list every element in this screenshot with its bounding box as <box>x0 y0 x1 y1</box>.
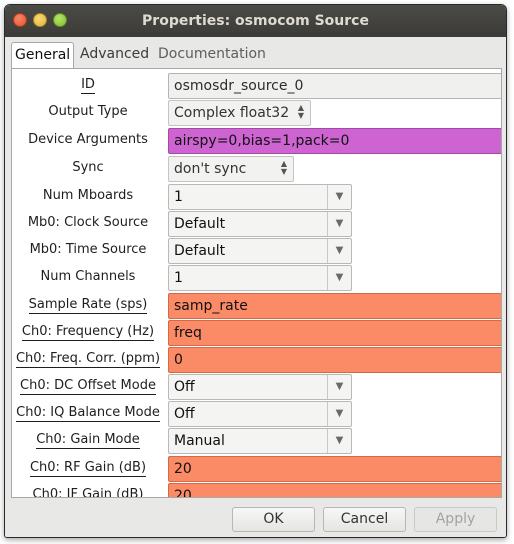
param-row-num-mboards: Num Mboards 1 ▼ <box>12 184 501 210</box>
param-row-num-channels: Num Channels 1 ▼ <box>12 265 501 291</box>
button-bar: OK Cancel Apply <box>5 498 506 537</box>
param-row-freq-corr: Ch0: Freq. Corr. (ppm) 0 <box>12 347 501 373</box>
param-row-if-gain: Ch0: IF Gain (dB) 20 <box>12 483 501 497</box>
param-label: Sync <box>72 160 104 175</box>
parameters-panel: ID osmosdr_source_0 Output Type Complex … <box>11 68 502 498</box>
time-source-combo[interactable]: Default ▼ <box>168 238 352 264</box>
param-label: Output Type <box>48 104 128 119</box>
output-type-selector[interactable]: Complex float32 ▲ ▼ <box>168 100 311 126</box>
output-type-value: Complex float32 <box>174 105 290 121</box>
sync-selector[interactable]: don't sync ▲ ▼ <box>168 156 294 182</box>
param-row-sample-rate: Sample Rate (sps) samp_rate <box>12 293 501 319</box>
iq-balance-mode-combo[interactable]: Off ▼ <box>168 401 352 427</box>
gain-mode-value: Manual <box>174 433 225 449</box>
tab-general[interactable]: General <box>11 42 75 68</box>
param-row-clock-source: Mb0: Clock Source Default ▼ <box>12 211 501 237</box>
param-row-time-source: Mb0: Time Source Default ▼ <box>12 238 501 264</box>
param-label: Ch0: Frequency (Hz) <box>21 324 155 341</box>
properties-dialog: Properties: osmocom Source General Advan… <box>4 4 507 538</box>
param-label: Ch0: IQ Balance Mode <box>16 405 160 422</box>
param-label: Mb0: Time Source <box>29 242 147 257</box>
num-mboards-value: 1 <box>174 189 183 205</box>
dropdown-arrow-icon[interactable]: ▼ <box>327 402 351 426</box>
param-label: Ch0: IF Gain (dB) <box>12 487 164 497</box>
dc-offset-mode-value: Off <box>174 379 195 395</box>
frequency-field[interactable]: freq <box>168 320 501 346</box>
param-label: Device Arguments <box>28 132 148 147</box>
param-label: Sample Rate (sps) <box>28 297 148 314</box>
tab-bar: General Advanced Documentation <box>11 42 500 68</box>
param-label: ID <box>81 77 95 94</box>
sync-value: don't sync <box>174 161 247 177</box>
dropdown-arrow-icon[interactable]: ▼ <box>327 266 351 290</box>
tab-advanced[interactable]: Advanced <box>77 42 152 68</box>
time-source-value: Default <box>174 243 226 259</box>
cancel-button[interactable]: Cancel <box>323 507 406 532</box>
param-row-id: ID osmosdr_source_0 <box>12 73 501 99</box>
dropdown-arrow-icon[interactable]: ▼ <box>327 185 351 209</box>
dc-offset-mode-combo[interactable]: Off ▼ <box>168 374 352 400</box>
dropdown-arrow-icon[interactable]: ▼ <box>327 239 351 263</box>
iq-balance-mode-value: Off <box>174 406 195 422</box>
num-channels-value: 1 <box>174 270 183 286</box>
dropdown-arrow-icon[interactable]: ▼ <box>327 375 351 399</box>
dropdown-arrow-icon[interactable]: ▼ <box>327 212 351 236</box>
tab-documentation[interactable]: Documentation <box>155 42 269 68</box>
param-row-sync: Sync don't sync ▲ ▼ <box>12 156 501 182</box>
up-down-arrows-icon: ▲ ▼ <box>297 103 304 120</box>
param-label: Ch0: DC Offset Mode <box>20 378 156 395</box>
num-mboards-combo[interactable]: 1 ▼ <box>168 184 352 210</box>
param-row-iq-balance-mode: Ch0: IQ Balance Mode Off ▼ <box>12 401 501 427</box>
param-label: Ch0: Freq. Corr. (ppm) <box>15 351 161 368</box>
clock-source-combo[interactable]: Default ▼ <box>168 211 352 237</box>
dropdown-arrow-icon[interactable]: ▼ <box>327 429 351 453</box>
param-row-gain-mode: Ch0: Gain Mode Manual ▼ <box>12 428 501 454</box>
title-bar[interactable]: Properties: osmocom Source <box>5 5 506 37</box>
up-down-arrows-icon: ▲ ▼ <box>280 159 287 176</box>
rf-gain-field[interactable]: 20 <box>168 456 501 482</box>
ok-button[interactable]: OK <box>232 507 315 532</box>
sample-rate-field[interactable]: samp_rate <box>168 293 501 319</box>
param-row-rf-gain: Ch0: RF Gain (dB) 20 <box>12 456 501 482</box>
param-label: Num Mboards <box>42 188 134 203</box>
apply-button[interactable]: Apply <box>414 507 497 532</box>
param-row-device-arguments: Device Arguments airspy=0,bias=1,pack=0 <box>12 128 501 154</box>
param-row-dc-offset-mode: Ch0: DC Offset Mode Off ▼ <box>12 374 501 400</box>
scrollbar[interactable] <box>494 69 501 497</box>
num-channels-combo[interactable]: 1 ▼ <box>168 265 352 291</box>
freq-corr-field[interactable]: 0 <box>168 347 501 373</box>
id-field[interactable]: osmosdr_source_0 <box>168 73 501 99</box>
param-row-frequency: Ch0: Frequency (Hz) freq <box>12 320 501 346</box>
gain-mode-combo[interactable]: Manual ▼ <box>168 428 352 454</box>
param-label: Mb0: Clock Source <box>27 215 149 230</box>
device-arguments-field[interactable]: airspy=0,bias=1,pack=0 <box>168 128 501 154</box>
param-label: Ch0: RF Gain (dB) <box>29 460 147 477</box>
param-row-output-type: Output Type Complex float32 ▲ ▼ <box>12 100 501 126</box>
param-label: Ch0: Gain Mode <box>36 432 140 449</box>
clock-source-value: Default <box>174 216 226 232</box>
window-title: Properties: osmocom Source <box>142 13 369 29</box>
param-label: Num Channels <box>40 269 136 284</box>
if-gain-field[interactable]: 20 <box>168 483 501 497</box>
